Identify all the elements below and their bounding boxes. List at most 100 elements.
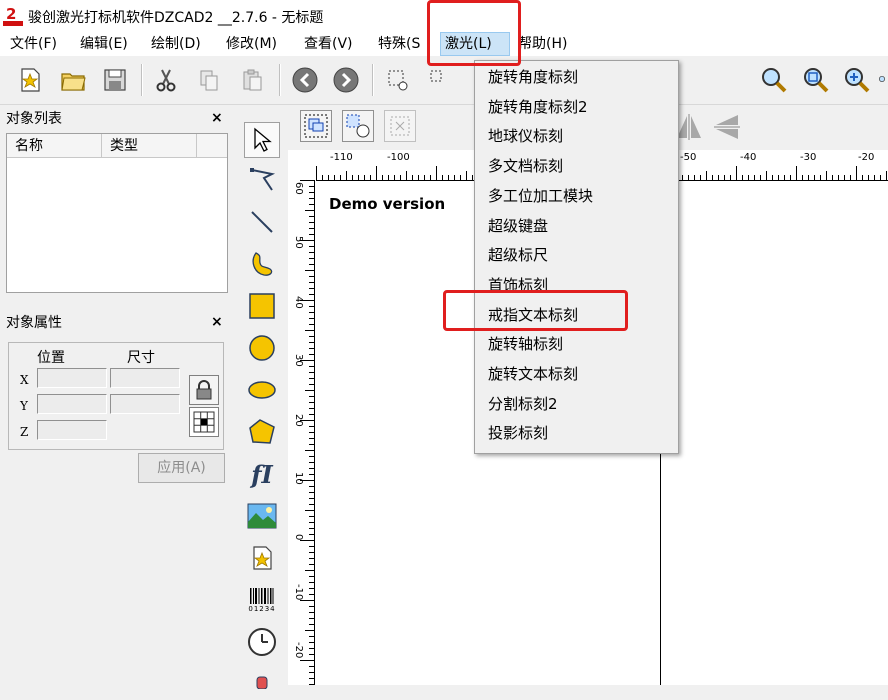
group-button[interactable] (300, 110, 332, 142)
menu-view[interactable]: 查看(V) (300, 32, 357, 56)
zoom-out-button[interactable] (878, 64, 888, 96)
menu-item-projection-mark[interactable]: 投影标刻 (475, 418, 676, 448)
menu-item-rotary-text-mark[interactable]: 旋转文本标刻 (475, 359, 676, 389)
scissors-icon (156, 69, 176, 92)
ruler-tick (832, 175, 833, 180)
save-button[interactable] (99, 64, 131, 96)
menu-file[interactable]: 文件(F) (6, 32, 61, 56)
rectangle-tool-button[interactable] (244, 288, 280, 324)
paste-button[interactable] (236, 64, 268, 96)
menu-item-split-mark-2[interactable]: 分割标刻2 (475, 389, 676, 419)
io-tool-button[interactable] (244, 664, 280, 700)
position-z-field[interactable] (37, 420, 107, 440)
line-icon (251, 211, 273, 233)
menu-item-ring-text-mark[interactable]: 戒指文本标刻 (475, 300, 676, 330)
menu-item-rotary-axis-mark[interactable]: 旋转轴标刻 (475, 329, 676, 359)
menu-item-globe-mark[interactable]: 地球仪标刻 (475, 121, 676, 151)
redo-button[interactable] (330, 64, 362, 96)
object-list[interactable]: 名称 类型 (6, 133, 228, 293)
timer-tool-button[interactable] (244, 624, 280, 660)
ruler-tick (309, 486, 314, 487)
apply-button[interactable]: 应用(A) (138, 453, 225, 483)
zoom-window-button[interactable] (800, 64, 832, 96)
image-tool-button[interactable] (244, 498, 280, 534)
ruler-tick (394, 175, 395, 180)
menu-item-multi-station-module[interactable]: 多工位加工模块 (475, 181, 676, 211)
text-tool-button[interactable]: fI (244, 456, 280, 492)
vector-file-tool-button[interactable] (244, 540, 280, 576)
zoom-button[interactable] (758, 64, 790, 96)
object-list-close-button[interactable]: × (211, 110, 223, 126)
size-y-field[interactable] (110, 394, 180, 414)
ruler-tick (309, 504, 314, 505)
menu-laser[interactable]: 激光(L) (440, 32, 510, 56)
menu-item-super-keyboard[interactable]: 超级键盘 (475, 211, 676, 241)
ruler-tick (309, 246, 314, 247)
menu-item-multi-document-mark[interactable]: 多文档标刻 (475, 151, 676, 181)
ruler-tick (309, 414, 314, 415)
menu-item-super-ruler[interactable]: 超级标尺 (475, 240, 676, 270)
menu-item-rotate-angle-mark-2[interactable]: 旋转角度标刻2 (475, 92, 676, 122)
menu-item-rotate-angle-mark[interactable]: 旋转角度标刻 (475, 62, 676, 92)
mirror-vertical-button[interactable] (710, 110, 744, 144)
select-tool-button[interactable] (244, 122, 280, 158)
barcode-tool-button[interactable]: 01234 (244, 582, 280, 618)
anchor-grid-button[interactable] (189, 407, 219, 437)
main-toolbar (0, 58, 888, 105)
line-tool-button[interactable] (244, 204, 280, 240)
open-file-button[interactable] (57, 64, 89, 96)
ellipse-tool-button[interactable] (244, 372, 280, 408)
title-bar: 2 骏创激光打标机软件DZCAD2 __2.7.6 - 无标题 (0, 0, 888, 32)
cut-button[interactable] (150, 64, 182, 96)
new-file-button[interactable] (14, 64, 46, 96)
pointer-arrow-icon (254, 127, 272, 152)
combine-button[interactable] (384, 110, 416, 142)
curve-edit-tool-button[interactable] (244, 162, 280, 198)
curve-tool-button[interactable] (244, 246, 280, 282)
ruler-tick (309, 546, 314, 547)
column-header-name[interactable]: 名称 (7, 134, 102, 158)
lock-icon (196, 380, 212, 400)
object-props-close-button[interactable]: × (211, 314, 223, 330)
ruler-label: 50 (293, 236, 304, 249)
position-y-field[interactable] (37, 394, 107, 414)
circle-tool-button[interactable] (244, 330, 280, 366)
ruler-tick (300, 300, 314, 301)
node-tool-button[interactable] (424, 64, 456, 96)
position-x-field[interactable] (37, 368, 107, 388)
node-edit-button[interactable] (382, 64, 414, 96)
ruler-tick (880, 175, 881, 180)
save-icon (104, 69, 126, 91)
ruler-tick (309, 264, 314, 265)
ungroup-button[interactable] (342, 110, 374, 142)
ruler-tick (742, 175, 743, 180)
ruler-tick (309, 642, 314, 643)
draw-toolbar: fI 01234 (241, 112, 283, 689)
menu-help[interactable]: 帮助(H) (514, 32, 571, 56)
menu-item-jewelry-mark[interactable]: 首饰标刻 (475, 270, 676, 300)
polygon-tool-button[interactable] (244, 414, 280, 450)
menu-special[interactable]: 特殊(S (374, 32, 424, 56)
ruler-tick (736, 166, 737, 180)
copy-button[interactable] (193, 64, 225, 96)
ruler-tick (718, 175, 719, 180)
ruler-label: -100 (387, 152, 410, 163)
size-x-field[interactable] (110, 368, 180, 388)
column-header-type[interactable]: 类型 (102, 134, 197, 158)
zoom-in-button[interactable] (841, 64, 873, 96)
ruler-tick (309, 636, 314, 637)
ruler-tick (364, 175, 365, 180)
menu-draw[interactable]: 绘制(D) (147, 32, 205, 56)
undo-button[interactable] (289, 64, 321, 96)
ruler-tick (309, 354, 314, 355)
ruler-tick (309, 462, 314, 463)
group-icon (304, 114, 328, 138)
ruler-tick (305, 210, 314, 211)
ruler-label: -40 (740, 152, 757, 163)
menu-modify[interactable]: 修改(M) (222, 32, 281, 56)
lock-aspect-button[interactable] (189, 375, 219, 405)
ruler-tick (754, 175, 755, 180)
menu-edit[interactable]: 编辑(E) (76, 32, 132, 56)
ruler-tick (309, 378, 314, 379)
ruler-tick (305, 330, 314, 331)
